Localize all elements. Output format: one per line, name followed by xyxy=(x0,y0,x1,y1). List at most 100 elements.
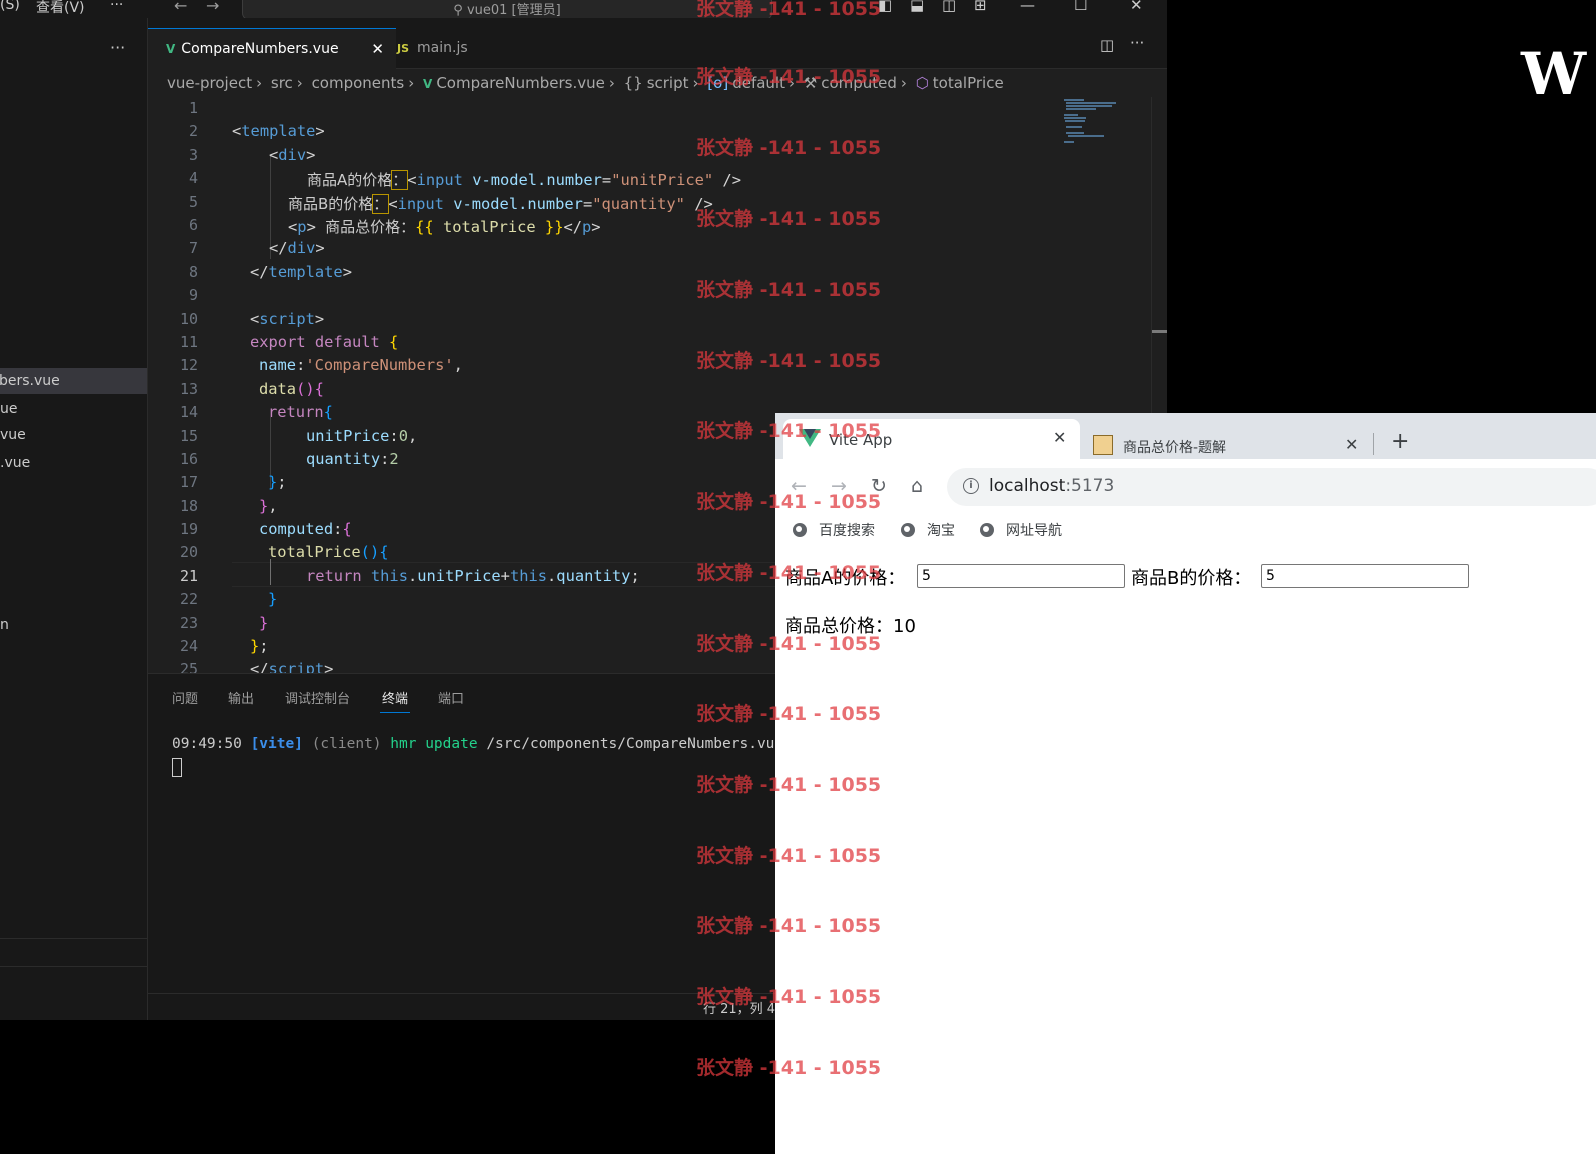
sidebar-divider xyxy=(0,938,147,939)
bookmarks-bar: 百度搜索 淘宝 网址导航 xyxy=(775,515,1596,552)
tab-close-icon[interactable]: ✕ xyxy=(1345,435,1358,454)
method-cube-icon: ⬡ xyxy=(915,74,929,92)
active-tab-indicator xyxy=(380,712,410,713)
warning-colon: ： xyxy=(391,170,409,190)
menu-item-partial[interactable]: (S) xyxy=(0,0,20,13)
globe-icon xyxy=(901,523,915,537)
bookmark-item[interactable]: 网址导航 xyxy=(980,520,1062,540)
terminal-tag: [vite] xyxy=(250,736,303,752)
maximize-icon[interactable]: ☐ xyxy=(1074,0,1087,14)
customize-layout-icon[interactable]: ⊞ xyxy=(974,0,987,14)
back-arrow-icon[interactable]: ← xyxy=(174,0,187,15)
line-number: 22 xyxy=(179,590,198,608)
code-line: }; xyxy=(268,473,287,491)
tab-close-icon[interactable]: ✕ xyxy=(1053,428,1066,447)
explorer-file-item[interactable]: .vue xyxy=(0,450,147,476)
tab-problems[interactable]: 问题 xyxy=(172,688,198,707)
explorer-file-item[interactable]: ue xyxy=(0,396,147,422)
warning-colon: ： xyxy=(372,194,390,214)
bookmark-item[interactable]: 百度搜索 xyxy=(793,520,875,540)
line-number: 4 xyxy=(188,169,198,187)
toggle-secondary-sidebar-icon[interactable]: ◫ xyxy=(942,0,956,14)
reload-icon[interactable]: ↻ xyxy=(871,475,887,497)
cursor-position[interactable]: 行 21，列 4 xyxy=(703,998,775,1017)
chevron-right-icon: › xyxy=(788,74,795,92)
terminal-path: /src/components/CompareNumbers.vu xyxy=(486,736,775,752)
line-number: 20 xyxy=(179,543,198,561)
code-line: unitPrice:0, xyxy=(306,427,418,445)
line-number: 23 xyxy=(179,614,198,632)
globe-icon xyxy=(980,523,994,537)
breadcrumb-item[interactable]: CompareNumbers.vue xyxy=(436,74,605,92)
forward-arrow-icon[interactable]: → xyxy=(206,0,219,15)
line-number: 14 xyxy=(179,403,198,421)
minimap[interactable] xyxy=(1062,97,1122,157)
code-text: 商品总价格： xyxy=(325,218,416,236)
browser-tab-strip: Vite App ✕ 商品总价格-题解 ✕ + xyxy=(775,413,1596,459)
forward-arrow-icon[interactable]: → xyxy=(831,475,847,497)
back-arrow-icon[interactable]: ← xyxy=(791,475,807,497)
breadcrumb-item[interactable]: src xyxy=(271,74,293,92)
browser-toolbar: ← → ↻ ⌂ i localhost:5173 xyxy=(775,459,1596,515)
new-tab-button[interactable]: + xyxy=(1391,429,1409,454)
breadcrumb-item[interactable]: default xyxy=(732,74,785,92)
code-line: <p> 商品总价格：{{ totalPrice }}</p> xyxy=(288,218,601,236)
total-value: 10 xyxy=(893,616,916,637)
code-line: data(){ xyxy=(259,380,324,398)
command-center-label: vue01 [管理员] xyxy=(466,3,561,18)
chevron-right-icon: › xyxy=(296,74,303,92)
toggle-sidebar-icon[interactable]: ◧ xyxy=(878,0,892,14)
breadcrumb-item[interactable]: components xyxy=(312,74,405,92)
toggle-panel-icon[interactable]: ⬓ xyxy=(910,0,924,14)
breadcrumb-item[interactable]: vue-project xyxy=(167,74,252,92)
browser-tab-vite-app[interactable]: Vite App ✕ xyxy=(783,419,1080,459)
info-icon[interactable]: i xyxy=(963,478,979,494)
chevron-right-icon: › xyxy=(256,74,263,92)
close-icon[interactable]: ✕ xyxy=(1130,0,1143,14)
line-number: 6 xyxy=(188,216,198,234)
home-icon[interactable]: ⌂ xyxy=(911,475,923,497)
menu-item-view[interactable]: 查看(V) xyxy=(36,0,85,17)
explorer-more-icon[interactable]: ··· xyxy=(110,38,125,57)
label-product-a: 商品A的价格： xyxy=(785,568,906,589)
tab-output[interactable]: 输出 xyxy=(228,688,254,707)
browser-tab-title[interactable]: 商品总价格-题解 xyxy=(1123,437,1226,457)
code-line: totalPrice(){ xyxy=(268,543,389,561)
tab-comparenumbers-vue[interactable]: V CompareNumbers.vue ✕ xyxy=(148,28,396,69)
globe-icon xyxy=(793,523,807,537)
tab-main-js[interactable]: JS main.js xyxy=(379,28,545,68)
terminal-cursor[interactable] xyxy=(172,758,182,777)
tab-ports[interactable]: 端口 xyxy=(438,688,464,707)
line-number: 5 xyxy=(188,193,198,211)
breadcrumb-item[interactable]: totalPrice xyxy=(933,74,1004,92)
background-letter: W xyxy=(1521,40,1587,108)
wrench-icon: ⚒ xyxy=(803,74,818,92)
explorer-sidebar: ··· bers.vue ue vue .vue n xyxy=(0,18,148,1020)
tab-debug-console[interactable]: 调试控制台 xyxy=(285,688,350,707)
tab-terminal[interactable]: 终端 xyxy=(382,688,408,707)
tab-label: CompareNumbers.vue xyxy=(181,41,339,57)
scrollbar-thumb[interactable] xyxy=(1152,330,1167,333)
code-line: } xyxy=(259,614,269,632)
code-line: }, xyxy=(259,497,278,515)
terminal-client: (client) xyxy=(311,736,382,752)
minimize-icon[interactable]: — xyxy=(1020,0,1035,14)
menu-more-icon[interactable]: ··· xyxy=(110,0,123,13)
line-number: 24 xyxy=(179,637,198,655)
editor-more-icon[interactable]: ··· xyxy=(1130,34,1144,52)
browser-window: Vite App ✕ 商品总价格-题解 ✕ + ← → ↻ ⌂ i localh… xyxy=(775,413,1596,1154)
explorer-file-item[interactable]: bers.vue xyxy=(0,368,147,394)
breadcrumb-item[interactable]: script xyxy=(647,74,689,92)
explorer-file-item[interactable]: vue xyxy=(0,422,147,448)
line-number: 3 xyxy=(188,146,198,164)
breadcrumb-item[interactable]: computed xyxy=(821,74,897,92)
command-center[interactable]: ⚲ vue01 [管理员] xyxy=(242,0,772,20)
bookmark-item[interactable]: 淘宝 xyxy=(901,520,955,540)
split-editor-icon[interactable]: ◫ xyxy=(1100,36,1114,54)
quantity-input[interactable] xyxy=(1261,564,1469,588)
explorer-file-item[interactable]: n xyxy=(0,612,147,638)
terminal-time: 09:49:50 xyxy=(172,736,242,752)
chevron-right-icon: › xyxy=(692,74,699,92)
address-bar[interactable]: i localhost:5173 xyxy=(947,468,1596,506)
unit-price-input[interactable] xyxy=(917,564,1125,588)
